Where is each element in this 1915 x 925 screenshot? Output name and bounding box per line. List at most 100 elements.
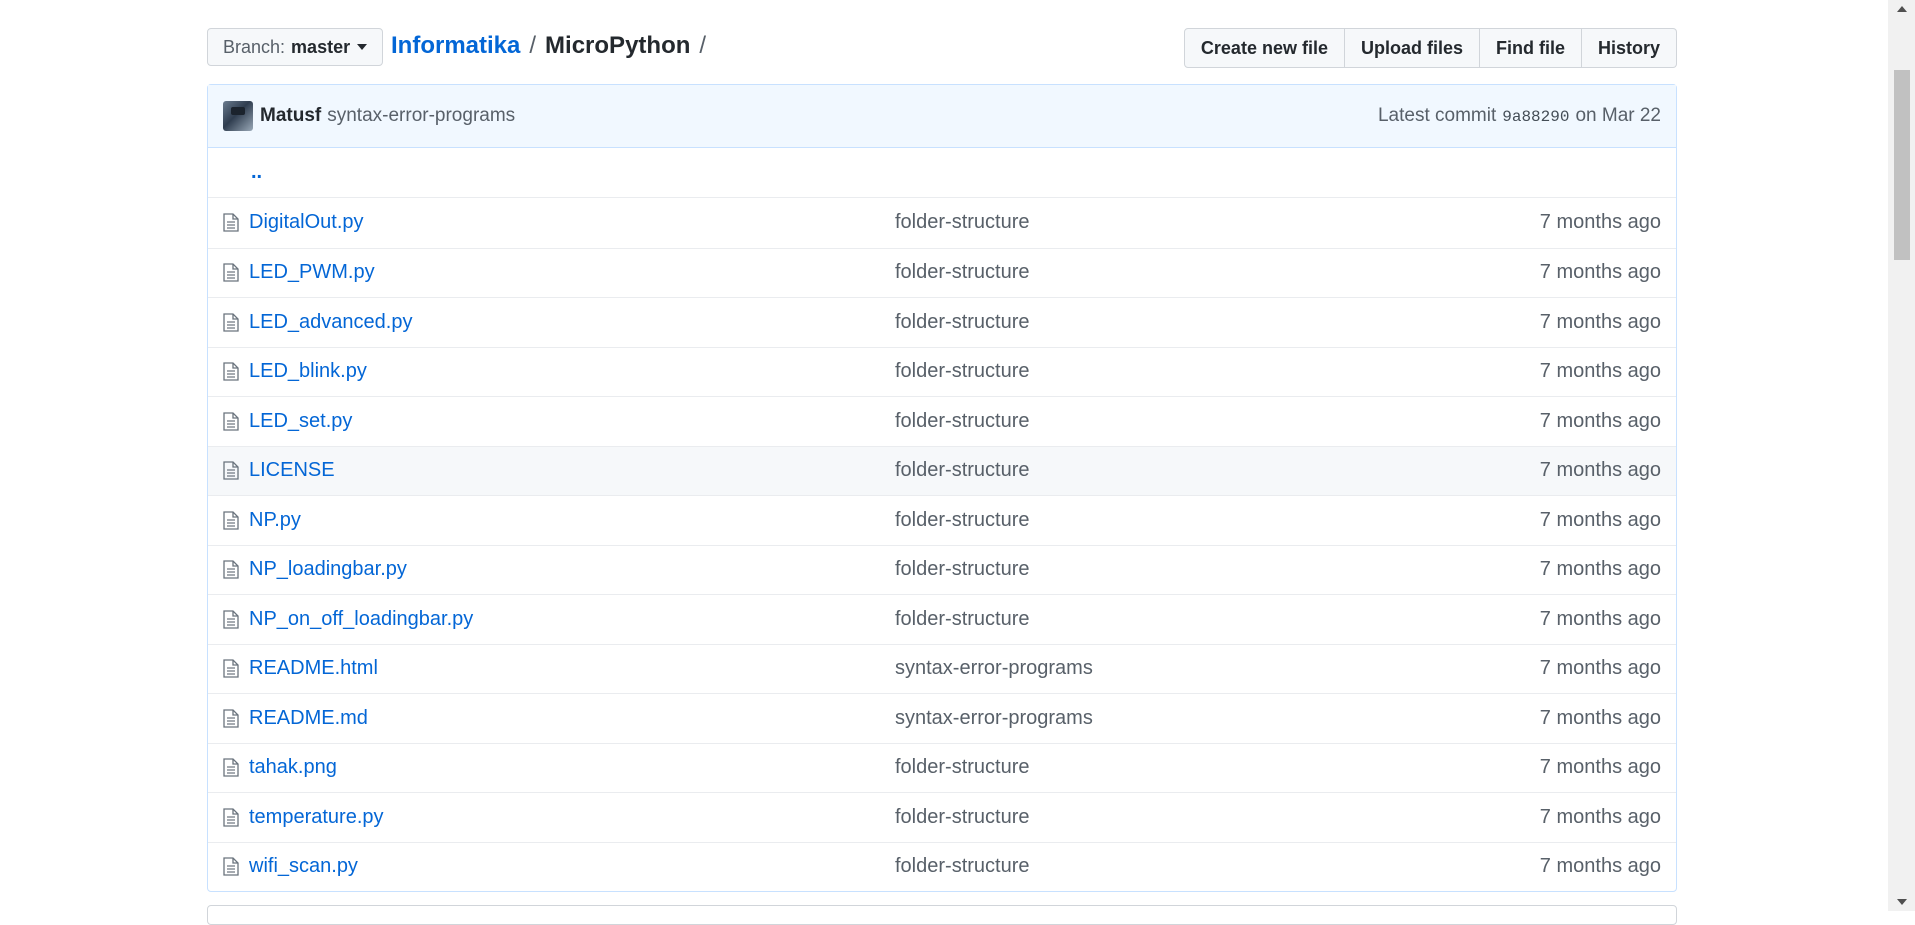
branch-name: master — [291, 36, 351, 57]
file-age: 7 months ago — [1539, 211, 1661, 234]
file-list: Matusf syntax-error-programs Latest comm… — [207, 84, 1677, 892]
create-new-file-button[interactable]: Create new file — [1183, 28, 1345, 68]
parent-directory-link[interactable]: .. — [251, 161, 262, 184]
file-navigation: Branch: master Informatika / MicroPython… — [207, 28, 1677, 70]
file-age: 7 months ago — [1539, 261, 1661, 284]
file-name-link[interactable]: NP.py — [249, 509, 895, 532]
file-age: 7 months ago — [1539, 508, 1661, 531]
file-name-link[interactable]: wifi_scan.py — [249, 855, 895, 878]
file-commit-message-link[interactable]: syntax-error-programs — [895, 707, 1540, 730]
file-name-link[interactable]: LED_blink.py — [249, 360, 895, 383]
branch-selector-button[interactable]: Branch: master — [207, 28, 384, 66]
file-row: LED_set.py folder-structure 7 months ago — [208, 396, 1676, 446]
file-name-link[interactable]: DigitalOut.py — [249, 211, 895, 234]
file-name-link[interactable]: LED_PWM.py — [249, 261, 895, 284]
file-age: 7 months ago — [1539, 756, 1661, 779]
file-icon — [223, 659, 243, 678]
scroll-up-icon[interactable] — [1897, 6, 1907, 12]
file-icon — [223, 263, 243, 282]
file-icon — [223, 362, 243, 381]
breadcrumb: Informatika / MicroPython / — [391, 32, 715, 60]
file-name-link[interactable]: LED_advanced.py — [249, 311, 895, 334]
file-row: README.md syntax-error-programs 7 months… — [208, 693, 1676, 743]
file-age: 7 months ago — [1539, 558, 1661, 581]
latest-commit-bar: Matusf syntax-error-programs Latest comm… — [208, 85, 1676, 148]
file-name-link[interactable]: NP_loadingbar.py — [249, 558, 895, 581]
file-row: LED_blink.py folder-structure 7 months a… — [208, 346, 1676, 397]
file-name-link[interactable]: LED_set.py — [249, 410, 895, 433]
file-row: NP_on_off_loadingbar.py folder-structure… — [208, 594, 1676, 644]
history-button[interactable]: History — [1581, 28, 1677, 68]
caret-down-icon — [357, 44, 368, 50]
latest-commit-info: Latest commit 9a88290 on Mar 22 — [1378, 105, 1661, 127]
file-row: README.html syntax-error-programs 7 mont… — [208, 643, 1676, 694]
file-rows: DigitalOut.py folder-structure 7 months … — [208, 198, 1676, 891]
file-commit-message-link[interactable]: folder-structure — [895, 360, 1540, 383]
file-commit-message-link[interactable]: folder-structure — [895, 806, 1540, 829]
file-age: 7 months ago — [1539, 657, 1661, 680]
file-icon — [223, 313, 243, 332]
file-age: 7 months ago — [1539, 310, 1661, 333]
breadcrumb-separator: / — [699, 32, 707, 59]
file-age: 7 months ago — [1539, 459, 1661, 482]
commit-message-link[interactable]: syntax-error-programs — [327, 105, 515, 127]
file-commit-message-link[interactable]: folder-structure — [895, 311, 1540, 334]
file-age: 7 months ago — [1539, 706, 1661, 729]
breadcrumb-separator: / — [529, 32, 537, 59]
file-name-link[interactable]: README.md — [249, 707, 895, 730]
file-icon — [223, 709, 243, 728]
file-icon — [223, 610, 243, 629]
file-name-link[interactable]: LICENSE — [249, 459, 895, 482]
file-commit-message-link[interactable]: folder-structure — [895, 608, 1540, 631]
file-icon — [223, 758, 243, 777]
file-age: 7 months ago — [1539, 607, 1661, 630]
file-commit-message-link[interactable]: folder-structure — [895, 855, 1540, 878]
scrollbar-thumb[interactable] — [1894, 70, 1910, 260]
file-name-link[interactable]: NP_on_off_loadingbar.py — [249, 608, 895, 631]
file-name-link[interactable]: tahak.png — [249, 756, 895, 779]
find-file-button[interactable]: Find file — [1479, 28, 1582, 68]
readme-box — [207, 905, 1677, 925]
file-row: DigitalOut.py folder-structure 7 months … — [208, 198, 1676, 248]
upload-files-button[interactable]: Upload files — [1344, 28, 1480, 68]
file-name-link[interactable]: README.html — [249, 657, 895, 680]
file-actions: Create new file Upload files Find file H… — [1183, 28, 1677, 68]
file-row: LED_PWM.py folder-structure 7 months ago — [208, 247, 1676, 298]
avatar[interactable] — [223, 101, 253, 131]
file-icon — [223, 412, 243, 431]
breadcrumb-repo-link[interactable]: Informatika — [391, 32, 520, 60]
commit-author-link[interactable]: Matusf — [260, 105, 321, 127]
parent-directory-row: .. — [208, 148, 1676, 198]
commit-date: on Mar 22 — [1575, 105, 1661, 126]
file-row: wifi_scan.py folder-structure 7 months a… — [208, 841, 1676, 892]
file-commit-message-link[interactable]: syntax-error-programs — [895, 657, 1540, 680]
file-icon — [223, 560, 243, 579]
file-commit-message-link[interactable]: folder-structure — [895, 459, 1540, 482]
file-row: NP.py folder-structure 7 months ago — [208, 495, 1676, 545]
commit-sha-link[interactable]: 9a88290 — [1502, 108, 1569, 126]
file-commit-message-link[interactable]: folder-structure — [895, 558, 1540, 581]
file-row: NP_loadingbar.py folder-structure 7 mont… — [208, 544, 1676, 595]
file-icon — [223, 461, 243, 480]
file-commit-message-link[interactable]: folder-structure — [895, 509, 1540, 532]
file-name-link[interactable]: temperature.py — [249, 806, 895, 829]
file-icon — [223, 511, 243, 530]
file-icon — [223, 213, 243, 232]
file-age: 7 months ago — [1539, 855, 1661, 878]
file-commit-message-link[interactable]: folder-structure — [895, 410, 1540, 433]
latest-commit-label: Latest commit — [1377, 105, 1497, 126]
breadcrumb-current-folder: MicroPython — [545, 32, 691, 59]
file-icon — [223, 808, 243, 827]
file-commit-message-link[interactable]: folder-structure — [895, 756, 1540, 779]
file-icon — [223, 857, 243, 876]
branch-label: Branch: — [223, 36, 286, 57]
scroll-down-icon[interactable] — [1897, 899, 1907, 905]
file-row: temperature.py folder-structure 7 months… — [208, 792, 1676, 842]
file-row: LICENSE folder-structure 7 months ago — [208, 445, 1676, 495]
file-row: tahak.png folder-structure 7 months ago — [208, 742, 1676, 793]
file-commit-message-link[interactable]: folder-structure — [895, 261, 1540, 284]
file-age: 7 months ago — [1539, 360, 1661, 383]
file-age: 7 months ago — [1539, 805, 1661, 828]
file-commit-message-link[interactable]: folder-structure — [895, 211, 1540, 234]
vertical-scrollbar[interactable] — [1888, 0, 1915, 911]
